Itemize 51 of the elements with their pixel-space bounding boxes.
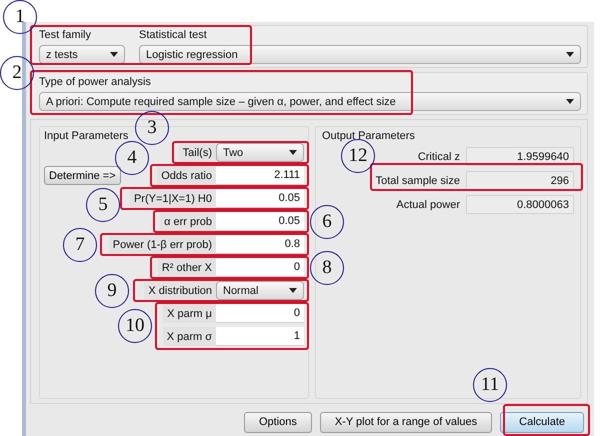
callout-number: 9	[95, 274, 129, 308]
action-button[interactable]: Options	[244, 412, 312, 432]
parameter-dropdown[interactable]: Two	[216, 143, 304, 162]
input-field[interactable]: 0	[216, 258, 304, 277]
parameter-label: X parm μ	[163, 304, 216, 323]
output-value: 0.8000063	[466, 195, 574, 214]
parameter-label: Power (1-β err prob)	[108, 235, 216, 254]
input-field[interactable]: 0.05	[216, 189, 304, 208]
caret-icon	[110, 52, 118, 57]
caret-icon	[289, 288, 297, 293]
callout-number: 6	[310, 205, 344, 239]
callout-number: 12	[341, 139, 375, 173]
statistical-test-dropdown[interactable]: Logistic regression	[139, 45, 581, 64]
test-family-dropdown[interactable]: z tests	[39, 45, 125, 64]
determine-button[interactable]: Determine =>	[44, 166, 121, 185]
parameter-label: Pr(Y=1|X=1) H0	[130, 189, 216, 208]
parameter-label: Odds ratio	[157, 166, 216, 185]
callout-number: 8	[310, 251, 344, 285]
parameter-label: X parm σ	[162, 327, 216, 346]
test-family-label: Test family	[39, 29, 92, 42]
statistical-test-label: Statistical test	[139, 29, 208, 42]
input-field[interactable]: 0.8	[216, 235, 304, 254]
callout-number: 1	[3, 0, 37, 34]
input-field[interactable]: 2.111	[216, 166, 304, 185]
input-parameters-title: Input Parameters	[44, 129, 128, 143]
caret-icon	[566, 99, 574, 104]
input-field[interactable]: 1	[216, 327, 304, 346]
callout-number: 3	[135, 111, 169, 145]
caret-icon	[566, 52, 574, 57]
action-button[interactable]: Calculate	[500, 412, 584, 432]
parameter-label: R² other X	[158, 258, 216, 277]
callout-number: 11	[473, 368, 507, 402]
parameter-dropdown[interactable]: Normal	[216, 281, 304, 300]
power-analysis-label: Type of power analysis	[39, 76, 152, 89]
callout-number: 5	[86, 188, 120, 222]
callout-number: 4	[115, 141, 149, 175]
output-value: 296	[466, 171, 574, 190]
parameter-label: X distribution	[144, 281, 216, 300]
output-label: Critical z	[418, 150, 460, 162]
input-field[interactable]: 0	[216, 304, 304, 323]
action-button[interactable]: X-Y plot for a range of values	[320, 412, 492, 432]
callout-number: 10	[118, 309, 152, 343]
callout-number: 2	[0, 56, 34, 90]
output-label: Total sample size	[376, 174, 460, 186]
output-label: Actual power	[396, 198, 460, 210]
caret-icon	[289, 150, 297, 155]
parameter-label: Tail(s)	[178, 143, 216, 162]
parameter-label: α err prob	[160, 212, 216, 231]
power-analysis-dropdown[interactable]: A priori: Compute required sample size – given α, power, and effect size	[39, 92, 581, 111]
callout-number: 7	[63, 228, 97, 262]
input-field[interactable]: 0.05	[216, 212, 304, 231]
